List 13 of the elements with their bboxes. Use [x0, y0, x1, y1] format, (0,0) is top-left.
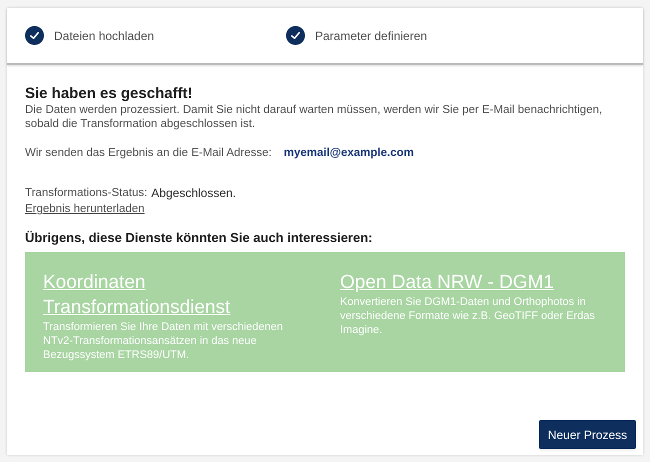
step-label: Dateien hochladen	[54, 28, 154, 44]
service-description: Konvertieren Sie DGM1-Daten und Orthophotos in verschiedene Formate wie z.B. GeoTIFF oder Erdas Imagine.	[340, 294, 596, 337]
step-label: Parameter definieren	[315, 28, 428, 44]
service-description: Transformieren Sie Ihre Daten mit verschiedenen NTv2-Transformationsansätzen in das neue Bezugssystem ETRS89/UTM.	[43, 320, 284, 362]
download-link[interactable]: Ergebnis herunterladen	[25, 202, 145, 216]
intro-paragraph: Die Daten werden prozessiert. Damit Sie nicht darauf warten müssen, werden wir Sie per E-Mail benachrichtigen, sobald die Transformation abgeschlossen ist.	[25, 103, 604, 131]
status-label: Transformations-Status:	[25, 186, 148, 201]
email-address: myemail@example.com	[284, 146, 414, 161]
status-value: Abgeschlossen.	[151, 185, 236, 202]
success-heading: Sie haben es geschafft!	[25, 85, 194, 103]
services-heading: Übrigens, diese Dienste könnten Sie auch interessieren:	[25, 229, 374, 248]
email-label: Wir senden das Ergebnis an die E-Mail Adresse:	[25, 146, 272, 161]
new-process-button[interactable]: Neuer Prozess	[539, 420, 636, 449]
